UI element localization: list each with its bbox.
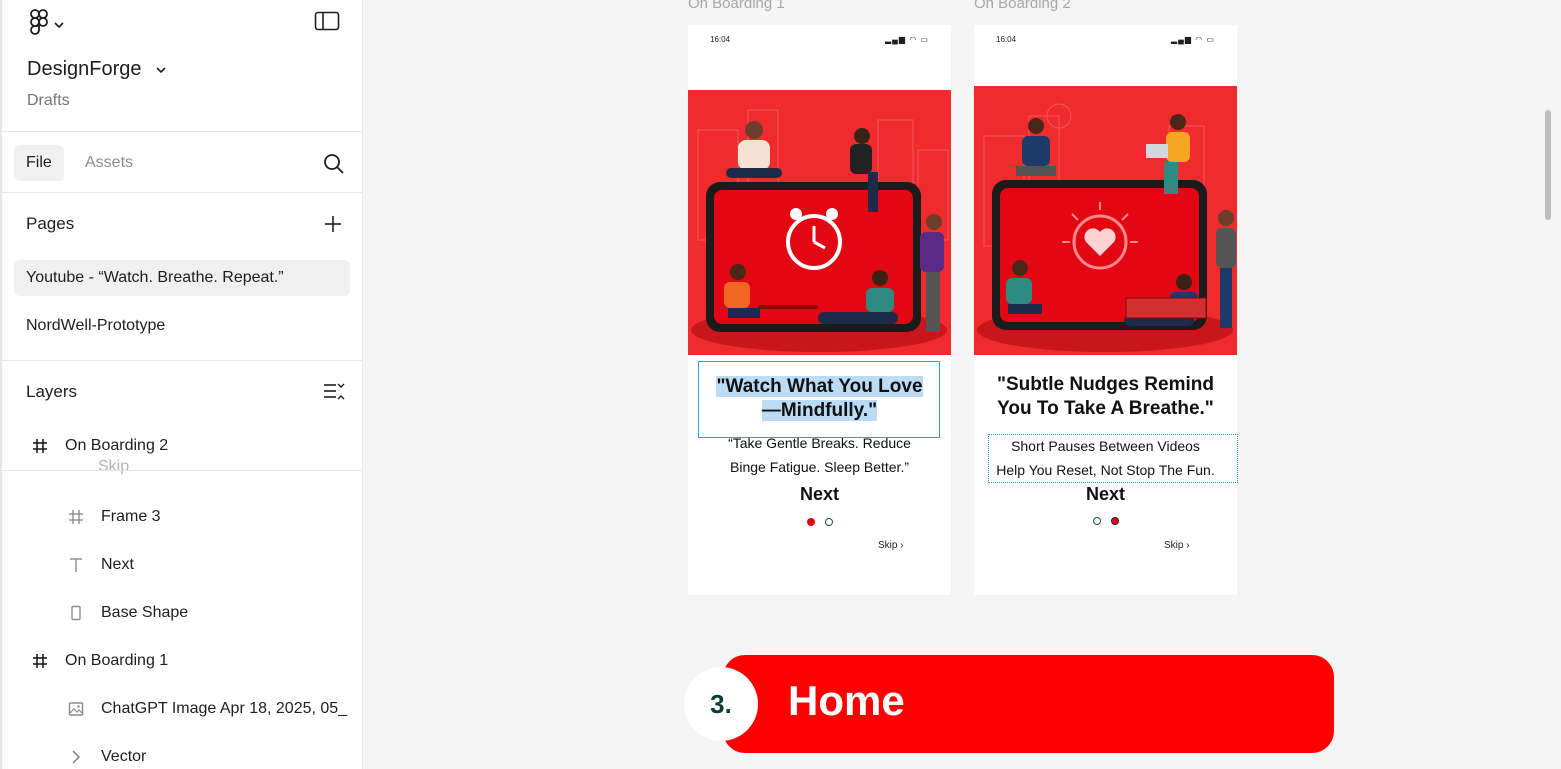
layer-label: On Boarding 1 <box>65 652 169 669</box>
onboarding-2-headline[interactable]: "Subtle Nudges Remind You To Take A Brea… <box>974 373 1237 421</box>
status-time: 16:04 <box>996 35 1017 44</box>
skip-label: Skip <box>1164 540 1184 551</box>
chevron-right-icon: › <box>900 540 904 551</box>
onboarding-2-illustration[interactable] <box>974 86 1237 355</box>
design-canvas[interactable]: On Boarding 1 On Boarding 2 16:04 ▂▄▆ ◠ … <box>364 0 1561 769</box>
text-icon <box>65 554 87 576</box>
layer-vector[interactable]: Vector <box>65 737 146 769</box>
status-icons: ▂▄▆ ◠ ▭ <box>885 35 929 44</box>
frame-label-on-boarding-1[interactable]: On Boarding 1 <box>688 0 785 12</box>
onboarding-1-subtitle[interactable]: “Take Gentle Breaks. Reduce Binge Fatigu… <box>688 431 951 479</box>
skip-button[interactable]: Skip › <box>878 540 904 551</box>
project-name: DesignForge <box>27 58 142 80</box>
chevron-down-icon <box>155 61 166 79</box>
headline-line-2: —Mindfully." <box>761 400 878 421</box>
page-indicator <box>974 517 1237 525</box>
main-menu-button[interactable] <box>28 8 64 41</box>
layer-label: Frame 3 <box>101 508 161 525</box>
home-section-banner[interactable]: Home <box>723 655 1334 753</box>
on-boarding-2-frame[interactable]: 16:04 ▂▄▆ ◠ ▭ "Subtle Nudges Remind You … <box>974 25 1238 595</box>
headline-line-1: "Watch What You Love <box>716 376 923 397</box>
layer-frame-3[interactable]: Frame 3 <box>65 497 161 537</box>
drafts-label[interactable]: Drafts <box>27 92 70 110</box>
status-time: 16:04 <box>710 35 731 44</box>
layer-label: Next <box>101 556 134 573</box>
layer-label: Vector <box>101 748 147 765</box>
indicator-dot-active <box>1110 517 1119 525</box>
divider <box>2 470 363 471</box>
onboarding-1-illustration[interactable] <box>688 90 951 355</box>
tab-assets[interactable]: Assets <box>73 145 145 181</box>
layer-next[interactable]: Next <box>65 545 134 585</box>
subtitle-line-2: Binge Fatigue. Sleep Better.” <box>730 459 909 475</box>
layer-label: Base Shape <box>101 604 189 621</box>
section-number: 3. <box>684 667 758 741</box>
onboarding-1-headline[interactable]: "Watch What You Love —Mindfully." <box>688 375 951 423</box>
skip-button[interactable]: Skip › <box>1164 540 1190 551</box>
layer-ghost-skip: Skip <box>98 458 130 475</box>
tab-file[interactable]: File <box>14 145 64 181</box>
pages-section: Pages Youtube - “Watch. Breathe. Repeat.… <box>2 194 363 361</box>
frame-label-on-boarding-2[interactable]: On Boarding 2 <box>974 0 1071 12</box>
sidebar-tabs: File Assets <box>2 133 363 193</box>
on-boarding-1-frame[interactable]: 16:04 ▂▄▆ ◠ ▭ "Watch What You Love —Mind… <box>688 25 951 595</box>
subtitle-line-1: Short Pauses Between Videos <box>1011 438 1200 454</box>
chevron-right-icon: › <box>1186 540 1190 551</box>
pages-title: Pages <box>26 214 75 233</box>
layer-label: ChatGPT Image Apr 18, 2025, 05_ <box>101 700 348 717</box>
layer-chatgpt-image[interactable]: ChatGPT Image Apr 18, 2025, 05_ <box>65 689 361 729</box>
indicator-dot-active <box>806 518 815 526</box>
indicator-dot <box>1092 517 1101 525</box>
project-switcher[interactable]: DesignForge <box>27 58 166 81</box>
page-indicator <box>688 518 951 526</box>
layers-options-icon[interactable] <box>322 381 346 403</box>
skip-label: Skip <box>878 540 898 551</box>
rectangle-icon <box>65 602 87 624</box>
subtitle-line-1: “Take Gentle Breaks. Reduce <box>728 435 911 451</box>
frame-icon <box>29 435 51 457</box>
search-icon[interactable] <box>322 152 346 176</box>
figma-logo-icon <box>28 8 50 41</box>
chevron-down-icon <box>54 16 64 34</box>
headline-line-2: You To Take A Breathe." <box>997 398 1214 419</box>
frame-icon <box>29 650 51 672</box>
left-sidebar: DesignForge Drafts File Assets Pages You… <box>0 0 363 769</box>
next-button[interactable]: Next <box>974 484 1237 505</box>
headline-line-1: "Subtle Nudges Remind <box>997 374 1214 395</box>
section-title: Home <box>788 677 905 724</box>
onboarding-2-subtitle[interactable]: Short Pauses Between Videos Help You Res… <box>974 434 1237 482</box>
layer-on-boarding-1[interactable]: On Boarding 1 <box>29 641 168 681</box>
subtitle-line-2: Help You Reset, Not Stop The Fun. <box>996 462 1215 478</box>
image-icon <box>65 698 87 720</box>
vertical-scrollbar[interactable] <box>1545 110 1551 220</box>
status-icons: ▂▄▆ ◠ ▭ <box>1171 35 1215 44</box>
sidebar-toggle-icon[interactable] <box>314 10 340 32</box>
layers-title: Layers <box>26 382 78 401</box>
frame-icon <box>65 506 87 528</box>
plus-icon[interactable] <box>321 212 345 236</box>
next-button[interactable]: Next <box>688 484 951 505</box>
sidebar-header: DesignForge Drafts <box>2 0 363 132</box>
layer-label: On Boarding 2 <box>65 437 169 454</box>
layer-base-shape[interactable]: Base Shape <box>65 593 188 633</box>
page-item-nordwell[interactable]: NordWell-Prototype <box>14 308 350 344</box>
chevron-right-icon <box>65 746 87 768</box>
indicator-dot <box>824 518 833 526</box>
page-item-youtube[interactable]: Youtube - “Watch. Breathe. Repeat.” <box>14 260 350 296</box>
